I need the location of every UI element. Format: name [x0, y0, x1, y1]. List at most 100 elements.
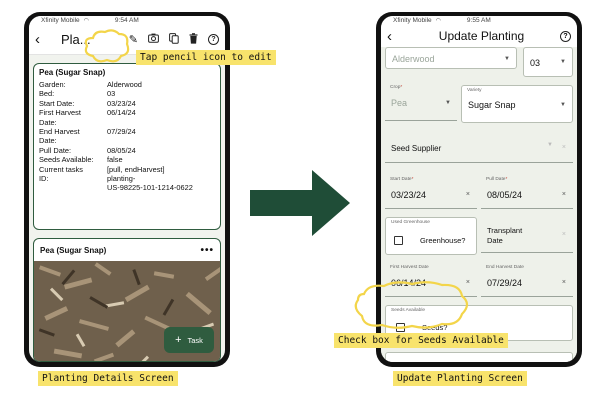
seeds-tip-callout: Check box for Seeds Available: [334, 333, 508, 348]
back-icon[interactable]: ‹: [387, 28, 403, 45]
outcomes-field[interactable]: [385, 352, 573, 362]
detail-key: Pull Date:: [39, 145, 72, 155]
top-bar: ‹ Update Planting ?: [381, 25, 577, 47]
transplant-date-line2: Date: [487, 236, 503, 245]
help-icon[interactable]: ?: [560, 30, 571, 42]
page-title: Update Planting: [438, 29, 525, 43]
detail-key: End Harvest: [39, 127, 80, 137]
clear-icon[interactable]: ×: [562, 279, 566, 286]
status-bar: Xfinity Mobile ◠ 9:54 AM: [29, 16, 225, 25]
detail-row: Date:: [39, 136, 215, 145]
detail-key: Date:: [39, 117, 57, 127]
detail-key: Bed:: [39, 89, 55, 99]
detail-value: 08/05/24: [107, 145, 136, 155]
caret-icon: ▼: [560, 102, 566, 108]
used-greenhouse-field[interactable]: Used Greenhouse Greenhouse?: [385, 217, 477, 255]
detail-row: US-98225-101-1214-0622: [39, 183, 215, 192]
detail-value: [pull, endHarvest]: [107, 164, 165, 174]
end-harvest-value: 07/29/24: [487, 278, 523, 288]
pencil-highlight: [84, 29, 130, 63]
planting-photo-card[interactable]: Pea (Sugar Snap) ••• + Task: [33, 238, 221, 362]
caret-icon: ▼: [547, 142, 553, 148]
detail-value: 07/29/24: [107, 127, 136, 137]
garden-select[interactable]: Alderwood ▼: [385, 47, 517, 69]
clear-icon[interactable]: ×: [562, 231, 566, 238]
carrier-label: Xfinity Mobile: [41, 17, 80, 24]
end-harvest-date-field[interactable]: End Harvest Date 07/29/24 ×: [481, 263, 573, 297]
tutorial-canvas: Xfinity Mobile ◠ 9:54 AM ‹ Pla... ✎ ? Pe…: [0, 0, 600, 400]
help-icon[interactable]: ?: [208, 34, 219, 45]
detail-value: false: [107, 155, 123, 165]
bed-value: 03: [530, 58, 541, 68]
detail-key: ID:: [39, 174, 49, 184]
photo-card-title: Pea (Sugar Snap): [40, 245, 107, 255]
add-task-button[interactable]: + Task: [164, 327, 214, 353]
crop-select[interactable]: Crop* Pea ▼: [385, 83, 457, 121]
detail-row: Pull Date: 08/05/24: [39, 146, 215, 155]
detail-key: Start Date:: [39, 98, 75, 108]
greenhouse-checkbox-icon[interactable]: [394, 236, 403, 245]
detail-value: [107, 118, 215, 127]
clear-icon[interactable]: ×: [562, 144, 566, 151]
planting-title: Pea (Sugar Snap): [39, 68, 106, 77]
detail-list: Garden: Alderwood Bed: 03 Start Date: 03/23…: [39, 80, 215, 193]
greenhouse-checkbox-label: Greenhouse?: [420, 236, 466, 245]
camera-icon[interactable]: [148, 33, 159, 46]
detail-row: First Harvest 06/14/24: [39, 108, 215, 117]
variety-select[interactable]: Variety Sugar Snap ▼: [461, 85, 573, 123]
first-harvest-label: First Harvest Date: [390, 265, 429, 270]
wifi-icon: ◠: [83, 18, 89, 24]
detail-value: 03/23/24: [107, 98, 136, 108]
seed-supplier-placeholder: Seed Supplier: [391, 144, 442, 153]
caret-icon: ▼: [445, 100, 451, 106]
start-date-value: 03/23/24: [391, 190, 427, 200]
right-screen-caption: Update Planting Screen: [393, 371, 527, 386]
wifi-icon: ◠: [435, 18, 441, 24]
detail-value: [107, 136, 215, 145]
caret-icon: ▼: [560, 59, 566, 65]
more-icon[interactable]: •••: [200, 245, 214, 256]
clock-label: 9:54 AM: [114, 17, 139, 24]
pull-date-value: 08/05/24: [487, 190, 523, 200]
detail-key: Current tasks: [39, 164, 83, 174]
detail-row: Current tasks [pull, endHarvest]: [39, 165, 215, 174]
copy-icon[interactable]: [169, 32, 179, 47]
right-arrow-icon: [250, 170, 350, 236]
garden-value: Alderwood: [392, 54, 435, 64]
pencil-tip-callout: Tap pencil icon to edit: [136, 50, 276, 65]
variety-value: Sugar Snap: [468, 100, 516, 110]
detail-row: ID: planting-: [39, 174, 215, 183]
detail-row: Seeds Available: false: [39, 155, 215, 164]
trash-icon[interactable]: [189, 32, 198, 47]
caret-icon: ▼: [504, 56, 510, 62]
status-bar: Xfinity Mobile ◠ 9:55 AM: [381, 16, 577, 25]
start-date-field[interactable]: Start Date* 03/23/24 ×: [385, 175, 477, 209]
bed-select[interactable]: 03 ▼: [523, 47, 573, 77]
end-harvest-label: End Harvest Date: [486, 265, 524, 270]
crop-value: Pea: [391, 98, 408, 108]
planting-details-screen: Xfinity Mobile ◠ 9:54 AM ‹ Pla... ✎ ? Pe…: [29, 16, 225, 362]
detail-value: 06/14/24: [107, 108, 136, 118]
detail-key: First Harvest: [39, 108, 81, 118]
detail-row: Date:: [39, 118, 215, 127]
pull-date-label: Pull Date*: [486, 177, 508, 182]
detail-value: planting-: [107, 174, 136, 184]
start-date-label: Start Date*: [390, 177, 414, 182]
detail-row: Bed: 03: [39, 89, 215, 98]
pull-date-field[interactable]: Pull Date* 08/05/24 ×: [481, 175, 573, 209]
back-icon[interactable]: ‹: [35, 31, 51, 48]
detail-key: Garden:: [39, 80, 66, 89]
plus-icon: +: [175, 334, 182, 346]
planting-details-card: Pea (Sugar Snap) Garden: Alderwood Bed: 03…: [33, 63, 221, 230]
seed-supplier-select[interactable]: Seed Supplier ▼ ×: [385, 135, 573, 163]
detail-value: Alderwood: [107, 80, 142, 89]
crop-label: Crop*: [390, 85, 403, 90]
detail-key: [39, 183, 107, 192]
transplant-date-field[interactable]: Transplant Date ×: [481, 219, 573, 253]
planting-details-phone: Xfinity Mobile ◠ 9:54 AM ‹ Pla... ✎ ? Pe…: [24, 12, 230, 367]
clear-icon[interactable]: ×: [562, 191, 566, 198]
clear-icon[interactable]: ×: [466, 191, 470, 198]
toolbar-icons: ✎ ?: [129, 32, 219, 47]
transplant-date-line1: Transplant: [487, 226, 523, 235]
detail-row: Garden: Alderwood: [39, 80, 215, 89]
